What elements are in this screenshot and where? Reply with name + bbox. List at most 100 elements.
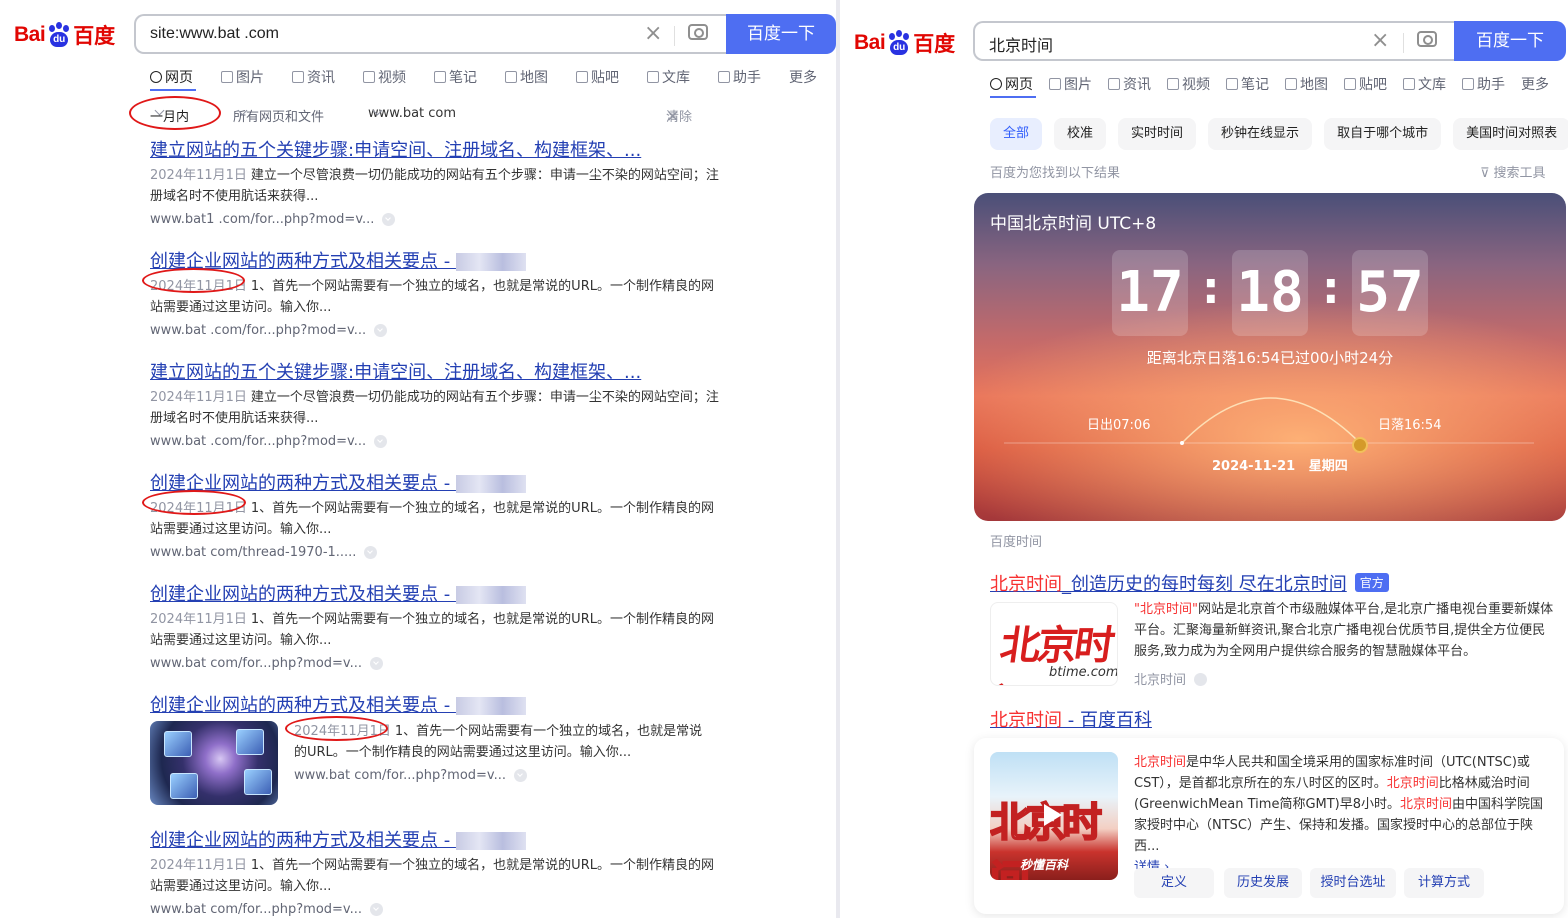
tab-images[interactable]: 图片 xyxy=(1049,74,1108,94)
baike-button[interactable]: 计算方式 xyxy=(1404,868,1484,898)
search-box[interactable]: 北京时间 × xyxy=(973,21,1454,61)
search-box[interactable]: site:www.bat .com × xyxy=(134,14,726,54)
tab-assistant[interactable]: 助手 xyxy=(1462,74,1521,94)
clear-icon[interactable]: × xyxy=(644,21,662,46)
tab-web[interactable]: 网页 xyxy=(990,74,1049,94)
result-url[interactable]: www.bat1 .com/for...php?mod=v... xyxy=(150,212,720,227)
baike-button[interactable]: 授时台选址 xyxy=(1310,868,1396,898)
search-tools[interactable]: ⊽ 搜索工具 xyxy=(1480,162,1546,181)
btime-logo[interactable]: 北京时间 btime.com xyxy=(990,602,1118,686)
video-thumbnail[interactable]: 北京时间 秒懂百科 xyxy=(990,752,1118,880)
tab-tieba[interactable]: 贴吧 xyxy=(1344,74,1403,94)
result-url[interactable]: www.bat com/for...php?mod=v... xyxy=(150,902,720,917)
type-filter[interactable]: 所有网页和文件 xyxy=(233,105,324,125)
chevron-down-icon xyxy=(1194,673,1208,686)
tab-news[interactable]: 资讯 xyxy=(1108,74,1167,94)
camera-icon[interactable] xyxy=(1417,31,1437,47)
news-icon xyxy=(1108,78,1120,90)
result-title[interactable]: 创建企业网站的两种方式及相关要点 - xyxy=(150,691,720,717)
result-title[interactable]: 创建企业网站的两种方式及相关要点 - xyxy=(150,247,720,273)
tab-video[interactable]: 视频 xyxy=(1167,74,1226,94)
baidu-logo[interactable]: Bai du 百度 xyxy=(14,20,115,50)
search-result: 创建企业网站的两种方式及相关要点 - 2024年11月1日 1、首先一个网站需要有… xyxy=(150,247,720,338)
search-input[interactable]: site:www.bat .com xyxy=(150,25,279,43)
search-result: 创建企业网站的两种方式及相关要点 - 2024年11月1日 1、首先一个网站需要有… xyxy=(150,826,720,917)
sunset-label: 日落16:54 xyxy=(1378,418,1442,433)
search-input[interactable]: 北京时间 xyxy=(989,32,1053,56)
result-title[interactable]: 北京时间 - 百度百科 xyxy=(990,706,1152,732)
baidu-logo[interactable]: Bai du 百度 xyxy=(854,28,955,58)
chip-calibrate[interactable]: 校准 xyxy=(1054,118,1107,150)
result-thumbnail[interactable] xyxy=(150,721,278,805)
result-abstract: 2024年11月1日 1、首先一个网站需要有一个独立的域名，也就是常说的URL。一… xyxy=(150,501,714,537)
time-filter[interactable]: 一月内 xyxy=(150,105,189,125)
result-abstract: 2024年11月1日 1、首先一个网站需要有一个独立的域名，也就是常说的URL。一… xyxy=(150,279,714,315)
search-tabs: 网页 图片 资讯 视频 笔记 地图 贴吧 文库 助手 更多 xyxy=(150,67,829,87)
image-icon xyxy=(221,71,233,83)
tab-map[interactable]: 地图 xyxy=(1285,74,1344,94)
result-title[interactable]: 创建企业网站的两种方式及相关要点 - xyxy=(150,826,720,852)
result-url[interactable]: www.bat com/thread-1970-1..... xyxy=(150,545,720,560)
tab-notes[interactable]: 笔记 xyxy=(434,67,505,87)
paw-icon: du xyxy=(886,30,912,56)
sun-icon xyxy=(1352,437,1368,453)
tab-assistant[interactable]: 助手 xyxy=(718,67,789,87)
result-title[interactable]: 创建企业网站的两种方式及相关要点 - xyxy=(150,580,720,606)
tab-news[interactable]: 资讯 xyxy=(292,67,363,87)
tab-web[interactable]: 网页 xyxy=(150,67,221,87)
chip-all[interactable]: 全部 xyxy=(990,118,1043,150)
chip-us-time[interactable]: 美国时间对照表 xyxy=(1453,118,1568,150)
result-url[interactable]: www.bat com/for...php?mod=v... xyxy=(294,768,714,783)
chevron-down-icon xyxy=(374,324,388,337)
chevron-down-icon xyxy=(370,657,383,670)
map-icon xyxy=(505,71,517,83)
tab-wenku[interactable]: 文库 xyxy=(647,67,718,87)
search-button[interactable]: 百度一下 xyxy=(1454,21,1566,61)
tab-more[interactable]: 更多 xyxy=(1521,74,1561,94)
search-result: 创建企业网站的两种方式及相关要点 - 2024年11月1日 1、首先一个网站需要有… xyxy=(150,580,720,671)
tab-wenku[interactable]: 文库 xyxy=(1403,74,1462,94)
map-icon xyxy=(1285,78,1297,90)
result-title[interactable]: 建立网站的五个关键步骤:申请空间、注册域名、构建框架、... xyxy=(150,358,720,384)
result-url[interactable]: www.bat .com/for...php?mod=v... xyxy=(150,434,720,449)
doc-icon xyxy=(647,71,659,83)
chip-seconds[interactable]: 秒钟在线显示 xyxy=(1208,118,1313,150)
play-icon xyxy=(1044,804,1062,826)
results-hint: 百度为您找到以下结果 xyxy=(990,166,1121,181)
search-icon xyxy=(990,78,1002,90)
tab-notes[interactable]: 笔记 xyxy=(1226,74,1285,94)
right-search-window: Bai du 百度 北京时间 × 百度一下 网页 图片 资讯 视频 笔记 地图 … xyxy=(840,0,1568,918)
search-button[interactable]: 百度一下 xyxy=(726,14,836,54)
clock-date: 2024-11-21 星期四 xyxy=(1212,459,1348,474)
clear-icon[interactable]: × xyxy=(1371,28,1389,53)
clock-source: 百度时间 xyxy=(990,535,1043,550)
result-abstract: 2024年11月1日 1、首先一个网站需要有一个独立的域名，也就是常说的URL。一… xyxy=(150,858,714,894)
result-abstract: 2024年11月1日 1、首先一个网站需要有一个独立的域名，也就是常说的URL。一… xyxy=(294,724,703,760)
result-url[interactable]: 北京时间 xyxy=(1134,669,1208,688)
chevron-down-icon xyxy=(370,903,383,916)
tab-tieba[interactable]: 贴吧 xyxy=(576,67,647,87)
result-body: 2024年11月1日 1、首先一个网站需要有一个独立的域名，也就是常说的URL。一… xyxy=(294,718,714,783)
result-abstract: 2024年11月1日 建立一个尽管浪费一切仍能成功的网站有五个步骤：申请一尘不染的… xyxy=(150,390,719,426)
active-tab-indicator xyxy=(150,89,196,91)
result-title[interactable]: 北京时间_创造历史的每时每刻 尽在北京时间 官方 xyxy=(990,570,1389,596)
camera-icon[interactable] xyxy=(688,24,708,40)
search-icon xyxy=(150,71,162,83)
tab-images[interactable]: 图片 xyxy=(221,67,292,87)
chevron-down-icon xyxy=(374,435,388,448)
video-icon xyxy=(363,71,375,83)
tab-map[interactable]: 地图 xyxy=(505,67,576,87)
result-url[interactable]: www.bat com/for...php?mod=v... xyxy=(150,656,720,671)
chip-realtime[interactable]: 实时时间 xyxy=(1118,118,1197,150)
tab-video[interactable]: 视频 xyxy=(363,67,434,87)
site-filter[interactable]: www.bat com xyxy=(368,105,456,121)
tab-more[interactable]: 更多 xyxy=(789,67,829,87)
baike-button[interactable]: 历史发展 xyxy=(1224,868,1302,898)
result-title[interactable]: 创建企业网站的两种方式及相关要点 - xyxy=(150,469,720,495)
result-url[interactable]: www.bat .com/for...php?mod=v... xyxy=(150,323,720,338)
baike-button[interactable]: 定义 xyxy=(1134,868,1214,898)
chip-city[interactable]: 取自于哪个城市 xyxy=(1324,118,1442,150)
result-title[interactable]: 建立网站的五个关键步骤:申请空间、注册域名、构建框架、... xyxy=(150,136,720,162)
tieba-icon xyxy=(1344,78,1356,90)
filter-icon: ⊽ xyxy=(1480,166,1490,181)
